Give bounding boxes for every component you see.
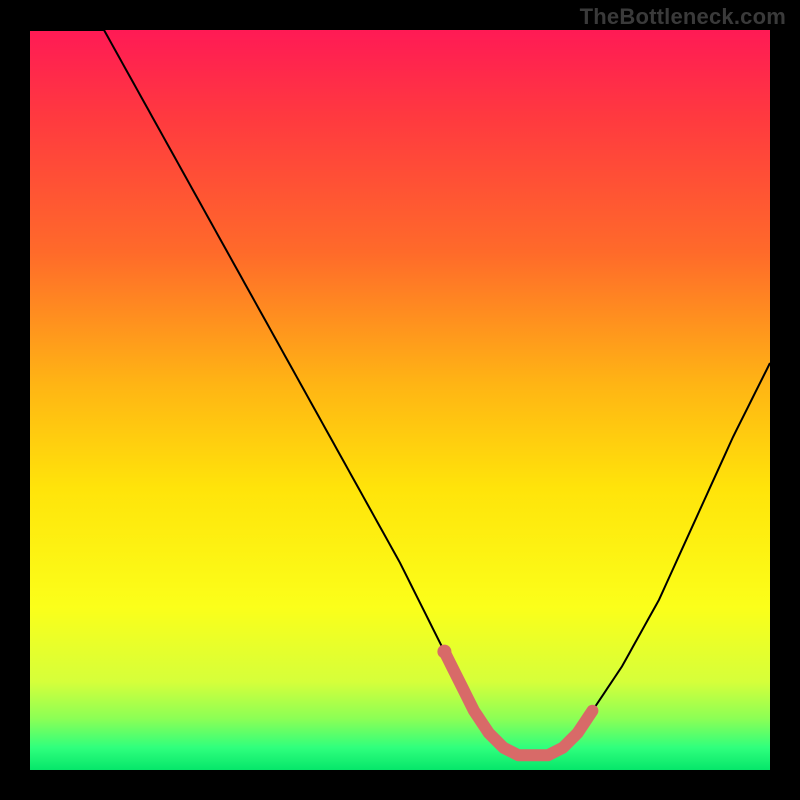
watermark-text: TheBottleneck.com: [580, 4, 786, 30]
gradient-background: [30, 30, 770, 770]
chart-frame: TheBottleneck.com: [0, 0, 800, 800]
bottleneck-chart-svg: [30, 30, 770, 770]
highlight-marker: [437, 645, 451, 659]
plot-area: [30, 30, 770, 770]
